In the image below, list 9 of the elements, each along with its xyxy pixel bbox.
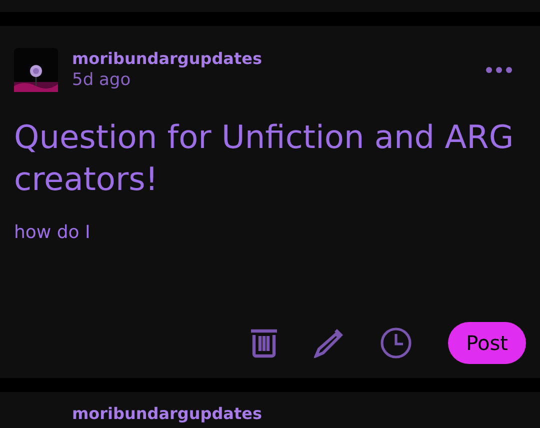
pencil-icon[interactable] <box>314 328 344 358</box>
username[interactable]: moribundargupdates <box>72 404 262 423</box>
post-button[interactable]: Post <box>448 322 526 364</box>
post-time: 5d ago <box>72 69 132 91</box>
post-body: how do I <box>14 222 92 243</box>
trash-icon[interactable] <box>250 328 278 358</box>
clock-icon[interactable] <box>380 327 412 359</box>
post-title: Question for Unfiction and ARG creators! <box>14 117 515 200</box>
username[interactable]: moribundargupdates <box>72 49 466 69</box>
